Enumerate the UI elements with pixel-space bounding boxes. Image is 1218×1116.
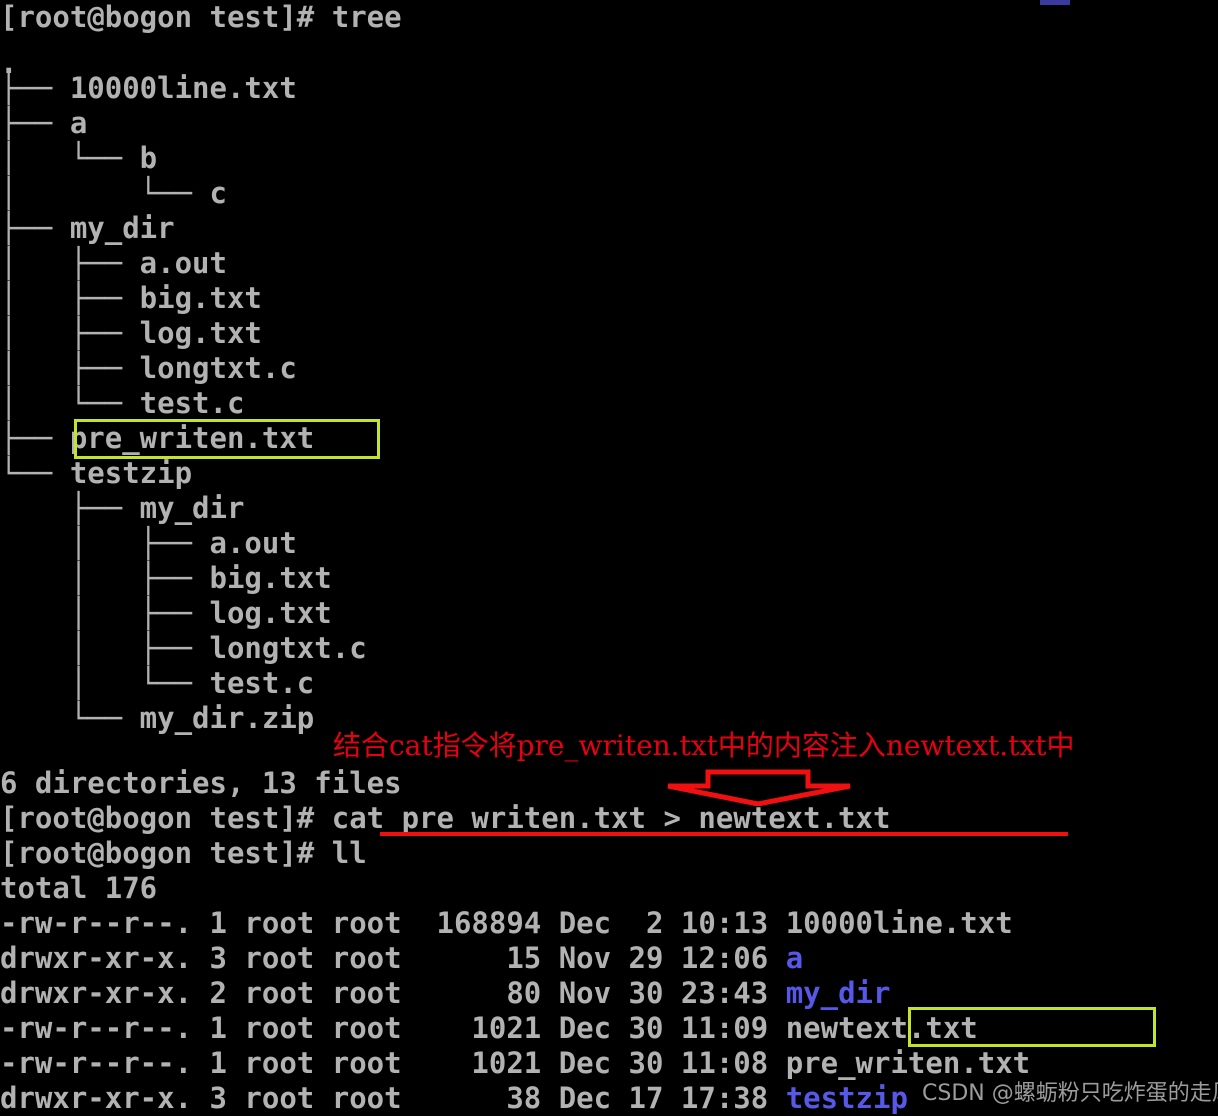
listing-row-name: testzip [785, 1081, 908, 1115]
tree-item-log-txt: │ ├── log.txt [0, 316, 262, 350]
listing-row-name: pre_writen.txt [785, 1046, 1031, 1080]
listing-row-meta: -rw-r--r--. 1 root root 1021 Dec 30 11:0… [0, 1011, 786, 1045]
tree-summary: 6 directories, 13 files [0, 766, 402, 800]
tree-item-zip-log-txt: │ ├── log.txt [0, 596, 332, 630]
table-row: drwxr-xr-x. 3 root root 38 Dec 17 17:38 … [0, 1081, 908, 1116]
tree-item-my-dir-zip: └── my_dir.zip [0, 701, 315, 735]
listing-row-meta: drwxr-xr-x. 3 root root 15 Nov 29 12:06 [0, 941, 786, 975]
tree-item-a: ├── a [0, 106, 88, 140]
tree-item-zip-big-txt: │ ├── big.txt [0, 561, 332, 595]
tree-item-longtxt-c: │ ├── longtxt.c [0, 351, 297, 385]
table-row: drwxr-xr-x. 2 root root 80 Nov 30 23:43 … [0, 976, 890, 1011]
listing-row-name: 10000line.txt [785, 906, 1013, 940]
tree-item-a-out: │ ├── a.out [0, 246, 227, 280]
tree-item-zip-my-dir: ├── my_dir [0, 491, 245, 525]
tree-item-zip-a-out: │ ├── a.out [0, 526, 297, 560]
table-row: -rw-r--r--. 1 root root 1021 Dec 30 11:0… [0, 1046, 1030, 1081]
tree-item-c: │ └── c [0, 176, 227, 210]
table-row: -rw-r--r--. 1 root root 168894 Dec 2 10:… [0, 906, 1013, 941]
tree-item-testzip: └── testzip [0, 456, 193, 490]
table-row: -rw-r--r--. 1 root root 1021 Dec 30 11:0… [0, 1011, 978, 1046]
listing-row-meta: drwxr-xr-x. 2 root root 80 Nov 30 23:43 [0, 976, 786, 1010]
table-row: drwxr-xr-x. 3 root root 15 Nov 29 12:06 … [0, 941, 803, 976]
tree-item-my-dir: ├── my_dir [0, 211, 175, 245]
terminal-window[interactable]: [root@bogon test]# tree . ├── 10000line.… [0, 0, 1218, 1116]
tree-item-zip-longtxt-c: │ ├── longtxt.c [0, 631, 367, 665]
listing-row-name: my_dir [785, 976, 891, 1010]
listing-row-meta: -rw-r--r--. 1 root root 1021 Dec 30 11:0… [0, 1046, 786, 1080]
terminal-line-prompt-ll: [root@bogon test]# ll [0, 836, 367, 870]
tree-item-big-txt: │ ├── big.txt [0, 281, 262, 315]
tree-item-10000line: ├── 10000line.txt [0, 71, 297, 105]
listing-row-meta: -rw-r--r--. 1 root root 168894 Dec 2 10:… [0, 906, 786, 940]
listing-row-name: newtext.txt [785, 1011, 978, 1045]
listing-row-name: a [785, 941, 804, 975]
terminal-line-cat-command: [root@bogon test]# cat pre_writen.txt > … [0, 801, 891, 835]
tree-item-pre-writen: ├── pre_writen.txt [0, 421, 315, 455]
terminal-line-prompt-tree: [root@bogon test]# tree [0, 0, 402, 34]
listing-total: total 176 [0, 871, 158, 905]
listing-row-meta: drwxr-xr-x. 3 root root 38 Dec 17 17:38 [0, 1081, 786, 1115]
tree-item-b: │ └── b [0, 141, 158, 175]
tree-item-zip-test-c: │ └── test.c [0, 666, 315, 700]
tree-item-test-c: │ └── test.c [0, 386, 245, 420]
